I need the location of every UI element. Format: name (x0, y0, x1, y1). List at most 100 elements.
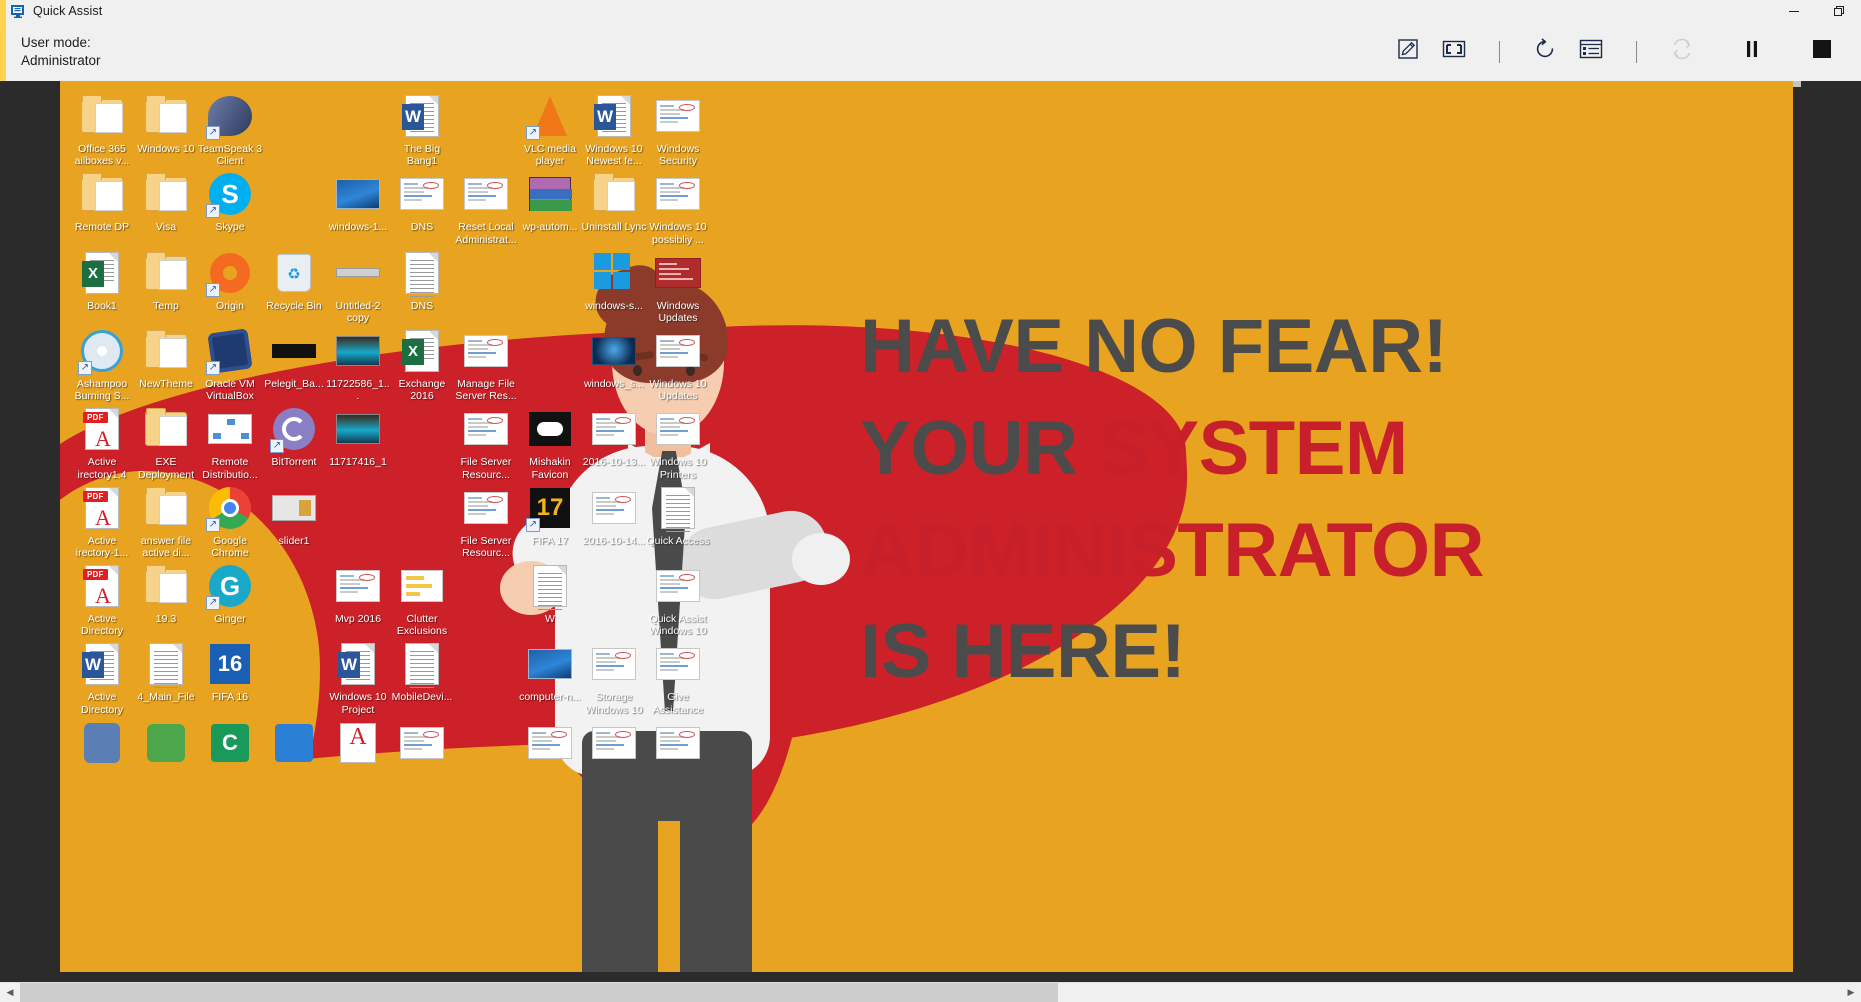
desktop-icon[interactable]: Windows 10 possibliy ... (646, 167, 710, 246)
user-mode-block: User mode: Administrator (21, 34, 101, 70)
fit-to-screen-button[interactable] (1431, 29, 1477, 75)
scroll-right-arrow-icon[interactable]: ▶ (1841, 983, 1861, 1002)
desktop-icon[interactable]: Reset Local Administrat... (454, 167, 518, 246)
horizontal-scrollbar[interactable]: ◀ ▶ (0, 982, 1861, 1002)
desktop-icon[interactable]: 19.3 (134, 559, 198, 637)
desktop-icon[interactable]: C (198, 716, 262, 770)
restart-button[interactable] (1522, 29, 1568, 75)
desktop-icon[interactable]: Office 365 ailboxes v... (70, 89, 134, 167)
scroll-left-arrow-icon[interactable]: ◀ (0, 983, 20, 1002)
screenshot-icon (590, 640, 638, 688)
desktop-icon[interactable]: windows-1... (326, 167, 390, 245)
desktop-icon[interactable]: Windows Updates (646, 246, 710, 324)
desktop-icon[interactable]: Give Assistance (646, 637, 710, 716)
scrollbar-thumb[interactable] (20, 982, 1058, 1002)
desktop-icon[interactable]: EXE Deployment (134, 402, 198, 481)
desktop-icon[interactable]: windows-s... (582, 246, 646, 324)
remote-viewport[interactable]: HAVE NO FEAR! YOUR SYSTEM ADMINISTRATOR … (0, 81, 1861, 982)
desktop-icon[interactable]: Pelegit_Ba... (262, 324, 326, 402)
desktop-icon-label: Windows 10 Newest fe... (585, 143, 643, 168)
desktop-icon[interactable]: A (326, 716, 390, 770)
desktop-icon[interactable]: ↗ Oracle VM VirtualBox (198, 324, 262, 402)
desktop-icon[interactable]: ♻ Recycle Bin (262, 246, 326, 324)
instruction-channel-button[interactable] (1568, 29, 1614, 75)
shortcut-arrow-icon: ↗ (206, 282, 220, 297)
desktop-icon[interactable]: G ↗ Ginger (198, 559, 262, 637)
desktop-icon[interactable]: X Book1 (70, 246, 134, 324)
desktop-icon[interactable]: Mishakin Favicon (518, 402, 582, 481)
desktop-icon[interactable]: W Windows 10 Project (326, 637, 390, 716)
desktop-icon-label: computer-n... (519, 691, 581, 704)
desktop-icon[interactable]: PDF A Active Directory (70, 559, 134, 637)
desktop-icon[interactable]: NewTheme (134, 324, 198, 402)
desktop-icon[interactable]: ↗ Origin (198, 246, 262, 324)
desktop-icon[interactable]: Temp (134, 246, 198, 324)
desktop-icon-label: Mishakin Favicon (529, 456, 571, 481)
desktop-icon[interactable]: Windows Security (646, 89, 710, 167)
desktop-icon[interactable] (518, 716, 582, 770)
desktop-icon[interactable]: Remote Distributio... (198, 402, 262, 481)
desktop-icon[interactable]: ↗ BitTorrent (262, 402, 326, 480)
desktop-icon[interactable]: 11722586_1... (326, 324, 390, 402)
desktop-icon[interactable]: wp-autom... (518, 167, 582, 245)
desktop-icon[interactable] (582, 716, 646, 770)
desktop-icon[interactable]: W Active Directory (70, 637, 134, 716)
desktop-icon[interactable]: ↗ Ashampoo Burning S... (70, 324, 134, 402)
desktop-icon[interactable]: W (518, 559, 582, 637)
desktop-icon[interactable]: Mvp 2016 (326, 559, 390, 637)
desktop-icon[interactable]: Remote DP (70, 167, 134, 245)
desktop-icon[interactable]: PDF A Active irectory1.4 (70, 402, 134, 481)
desktop-icon[interactable]: DNS (390, 246, 454, 324)
desktop-icon[interactable]: windows_s... (582, 324, 646, 402)
desktop-icon[interactable]: Windows 10 (134, 89, 198, 167)
desktop-icon[interactable]: answer file active di... (134, 481, 198, 559)
desktop-icon[interactable]: slider1 (262, 481, 326, 559)
desktop-icon[interactable]: Uninstall Lync (582, 167, 646, 245)
desktop-icon[interactable]: S ↗ Skype (198, 167, 262, 245)
desktop-icon[interactable]: 16 FIFA 16 (198, 637, 262, 715)
remote-desktop[interactable]: HAVE NO FEAR! YOUR SYSTEM ADMINISTRATOR … (60, 81, 1793, 972)
desktop-icon[interactable]: File Server Resourc... (454, 402, 518, 481)
annotate-button[interactable] (1385, 29, 1431, 75)
pause-button[interactable] (1729, 29, 1775, 75)
desktop-icon-label: Exchange 2016 (398, 378, 446, 403)
desktop-icon[interactable]: Quick Assist Windows 10 (646, 559, 710, 637)
desktop-icon[interactable]: File Server Resourc... (454, 481, 518, 559)
desktop-icon[interactable]: 17 ↗ FIFA 17 (518, 481, 582, 559)
desktop-icon[interactable]: Visa (134, 167, 198, 245)
desktop-icon[interactable] (70, 716, 134, 770)
desktop-icon[interactable]: Windows 10 Printers (646, 402, 710, 481)
skype-icon: S ↗ (206, 170, 254, 219)
restore-button[interactable] (1816, 0, 1861, 22)
desktop-icon[interactable]: ↗ VLC media player (518, 89, 582, 167)
desktop-icon[interactable]: 2016-10-14... (582, 481, 646, 559)
desktop-icon[interactable] (262, 716, 326, 770)
desktop-icon[interactable]: Windows 10 Updates (646, 324, 710, 402)
minimize-button[interactable] (1771, 0, 1816, 22)
desktop-icon[interactable]: Untitled-2 copy (326, 246, 390, 324)
desktop-icon[interactable]: ↗ TeamSpeak 3 Client (198, 89, 262, 167)
desktop-icon[interactable]: Manage File Server Res... (454, 324, 518, 402)
desktop-icon[interactable]: 11717416_1 (326, 402, 390, 480)
desktop-icon[interactable]: X Exchange 2016 (390, 324, 454, 402)
desktop-icon[interactable] (134, 716, 198, 770)
desktop-icon[interactable] (390, 716, 454, 770)
end-session-button[interactable] (1799, 29, 1845, 75)
desktop-icon[interactable] (646, 716, 710, 770)
scrollbar-track[interactable] (20, 982, 1841, 1002)
desktop-icon-grid[interactable]: Office 365 ailboxes v... Windows 10 ↗ TeamS… (70, 89, 770, 770)
desktop-icon[interactable]: Quick Access (646, 481, 710, 559)
desktop-icon[interactable]: computer-n... (518, 637, 582, 715)
desktop-icon[interactable]: Clutter Exclusions (390, 559, 454, 637)
desktop-icon[interactable]: MobileDevi... (390, 637, 454, 715)
desktop-icon[interactable]: W Windows 10 Newest fe... (582, 89, 646, 167)
ginger-icon: G ↗ (206, 562, 254, 611)
desktop-icon[interactable]: Storage Windows 10 (582, 637, 646, 716)
desktop-icon[interactable]: ↗ Google Chrome (198, 481, 262, 559)
screenshot-icon (334, 562, 382, 610)
desktop-icon[interactable]: DNS (390, 167, 454, 245)
desktop-icon[interactable]: 2016-10-13... (582, 402, 646, 480)
desktop-icon[interactable]: 4_Main_File (134, 637, 198, 715)
desktop-icon[interactable]: W The Big Bang1 (390, 89, 454, 167)
desktop-icon[interactable]: PDF A Active irectory-1... (70, 481, 134, 559)
